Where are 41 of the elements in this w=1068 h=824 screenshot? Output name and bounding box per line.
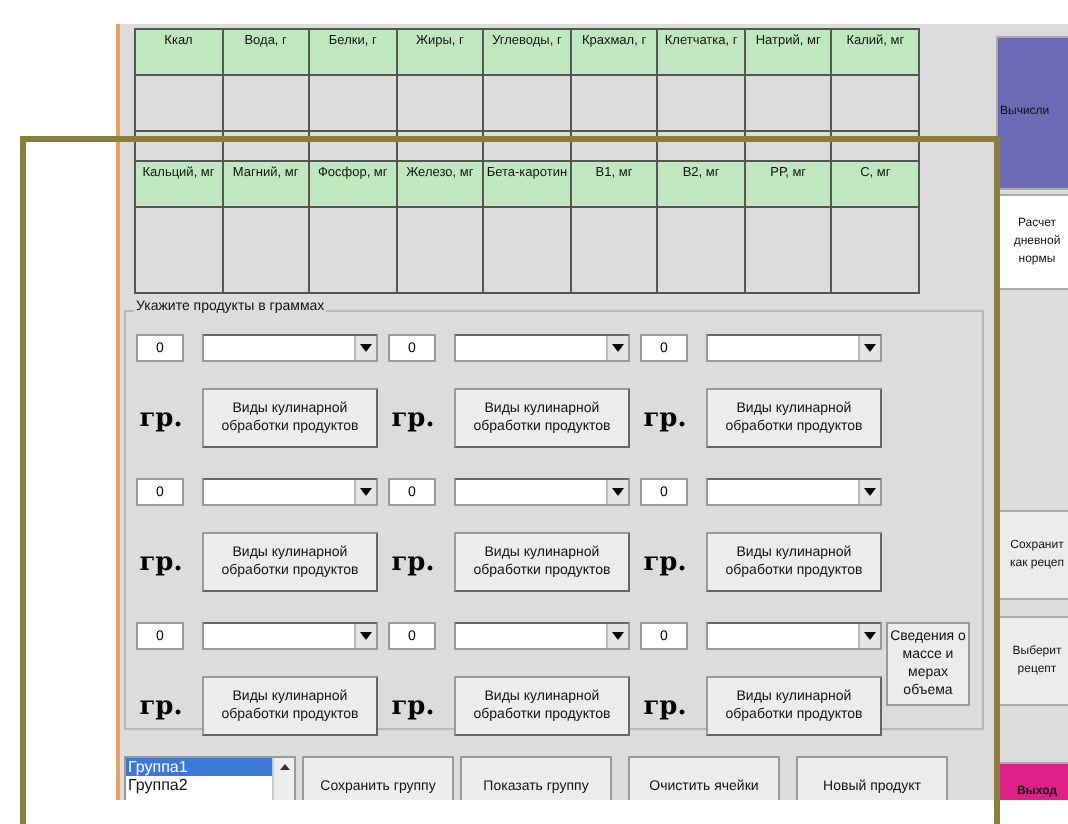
product-dropdown[interactable] — [706, 478, 882, 506]
table-cell — [570, 207, 658, 293]
product-dropdown[interactable] — [454, 478, 630, 506]
product-dropdown[interactable] — [706, 334, 882, 362]
scrollbar[interactable] — [272, 758, 294, 800]
table-cell — [831, 207, 919, 293]
product-dropdown[interactable] — [202, 478, 378, 506]
product-dropdown[interactable] — [454, 334, 630, 362]
table-cell — [222, 207, 310, 293]
table-cell — [570, 75, 658, 131]
table-cell — [744, 75, 832, 131]
unit-label: гр. — [389, 547, 437, 577]
table-cell — [657, 75, 745, 131]
product-dropdown[interactable] — [202, 622, 378, 650]
table-cell — [744, 207, 832, 293]
unit-label: гр. — [137, 691, 185, 721]
table-cell — [396, 207, 484, 293]
table-cell — [135, 207, 223, 293]
table-cell — [135, 75, 223, 131]
scroll-up-icon[interactable] — [279, 764, 289, 770]
product-dropdown[interactable] — [706, 622, 882, 650]
unit-label: гр. — [389, 691, 437, 721]
unit-label: гр. — [641, 403, 689, 433]
list-item[interactable]: Группа2 — [126, 776, 272, 794]
table-cell — [309, 207, 397, 293]
unit-label: гр. — [641, 547, 689, 577]
product-dropdown[interactable] — [454, 622, 630, 650]
table-cell — [657, 207, 745, 293]
unit-label: гр. — [137, 547, 185, 577]
unit-label: гр. — [137, 403, 185, 433]
table-cell — [831, 75, 919, 131]
table-cell — [483, 207, 571, 293]
unit-label: гр. — [641, 691, 689, 721]
table-cell — [309, 75, 397, 131]
list-item[interactable]: Группа1 — [126, 758, 272, 776]
table-cell — [483, 75, 571, 131]
table-cell — [222, 75, 310, 131]
product-dropdown[interactable] — [202, 334, 378, 362]
unit-label: гр. — [389, 403, 437, 433]
group-list[interactable]: Группа1 Группа2 — [124, 756, 296, 800]
table-cell — [396, 75, 484, 131]
